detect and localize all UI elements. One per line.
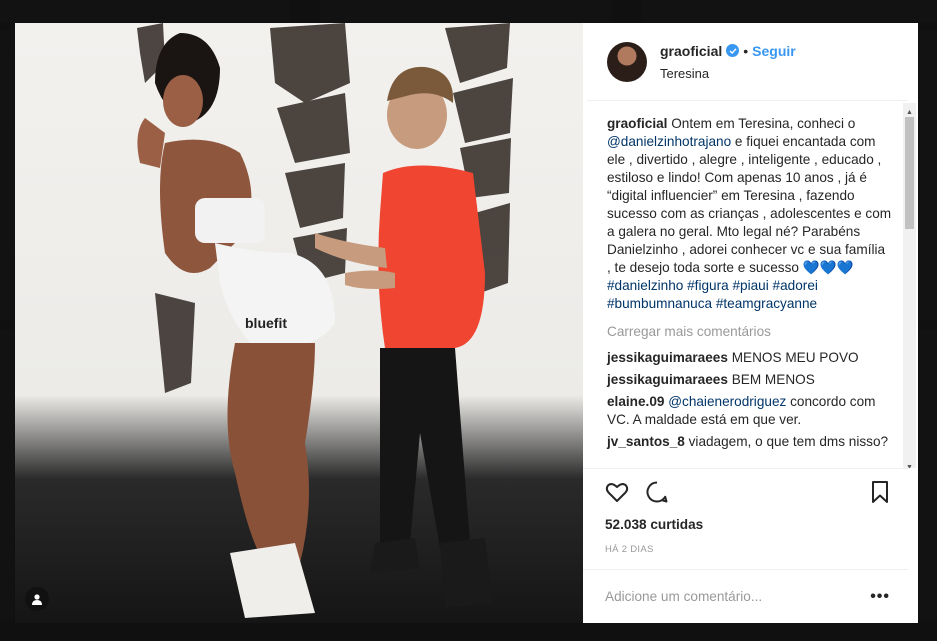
mention-link[interactable]: #bumbumnanuca (607, 296, 712, 311)
photo-illustration: bluefit (137, 23, 513, 618)
separator-dot: • (743, 42, 749, 59)
comment-username[interactable]: jv_santos_8 (607, 434, 685, 449)
mention-link[interactable]: #danielzinho (607, 278, 683, 293)
user-tag-icon (32, 594, 42, 605)
scroll-thumb[interactable] (905, 117, 914, 229)
post-header: graoficial • Seguir Teresina (587, 23, 908, 101)
comment-item: elaine.09 @chaienerodriguez concordo com… (607, 393, 892, 429)
comment-input[interactable] (605, 589, 871, 604)
likes-count[interactable]: 52.038 curtidas (605, 517, 890, 532)
comments-area[interactable]: graoficial Ontem em Teresina, conheci o … (583, 101, 918, 468)
caption-text: Ontem em Teresina, conheci o @danielzinh… (607, 116, 891, 311)
user-tag-button[interactable] (25, 587, 49, 611)
comment-text: MENOS MEU POVO (727, 350, 859, 365)
comment-item: jessikaguimaraees BEM MENOS (607, 371, 892, 389)
post-timestamp[interactable]: HÁ 2 DIAS (605, 544, 890, 555)
post-side-panel: graoficial • Seguir Teresina graoficial … (583, 23, 918, 623)
comment-text: Ontem em Teresina, conheci o (667, 116, 856, 131)
more-options-button[interactable]: ••• (870, 588, 890, 606)
post-actions: 52.038 curtidas HÁ 2 DIAS (583, 468, 908, 555)
location-link[interactable]: Teresina (660, 66, 796, 81)
mention-link[interactable]: #adorei (773, 278, 818, 293)
mention-link[interactable]: #piaui (732, 278, 768, 293)
comment-icon[interactable] (645, 480, 669, 504)
comment-username[interactable]: jessikaguimaraees (607, 372, 728, 387)
add-comment-bar: ••• (583, 569, 908, 623)
comment-text: BEM MENOS (727, 372, 815, 387)
scroll-down-icon[interactable]: ▼ (906, 459, 913, 468)
follow-button[interactable]: Seguir (752, 43, 796, 59)
heart-icon[interactable] (605, 480, 629, 504)
comments-scrollbar[interactable]: ▲ ▼ (903, 103, 916, 468)
avatar[interactable] (607, 41, 647, 82)
post-photo[interactable]: bluefit (15, 23, 583, 623)
comment-item: jv_santos_8 viadagem, o que tem dms niss… (607, 433, 892, 451)
mention-link[interactable]: #teamgracyanne (716, 296, 817, 311)
comment-list: jessikaguimaraees MENOS MEU POVO jessikag… (607, 349, 892, 451)
comment-text: viadagem, o que tem dms nisso? (684, 434, 889, 449)
verified-badge-icon (726, 44, 740, 57)
comment-item: jessikaguimaraees MENOS MEU POVO (607, 349, 892, 367)
bookmark-icon[interactable] (870, 480, 890, 504)
comment-text: e fiquei encantada com ele , divertido ,… (607, 134, 892, 275)
comment-username[interactable]: elaine.09 (607, 394, 664, 409)
username-link[interactable]: graoficial (660, 43, 722, 59)
comment-username[interactable]: jessikaguimaraees (607, 350, 728, 365)
shorts-brand-text: bluefit (245, 315, 287, 331)
caption: graoficial Ontem em Teresina, conheci o … (607, 115, 892, 313)
post-modal: bluefit graoficial • Seguir Teresina gra… (15, 23, 918, 623)
mention-link[interactable]: @chaienerodriguez (668, 394, 786, 409)
load-more-comments-button[interactable]: Carregar mais comentários (607, 323, 892, 341)
caption-username[interactable]: graoficial (607, 116, 667, 131)
action-icons (605, 479, 890, 505)
mention-link[interactable]: @danielzinhotrajano (607, 134, 731, 149)
header-info: graoficial • Seguir Teresina (660, 43, 796, 81)
mention-link[interactable]: #figura (687, 278, 729, 293)
